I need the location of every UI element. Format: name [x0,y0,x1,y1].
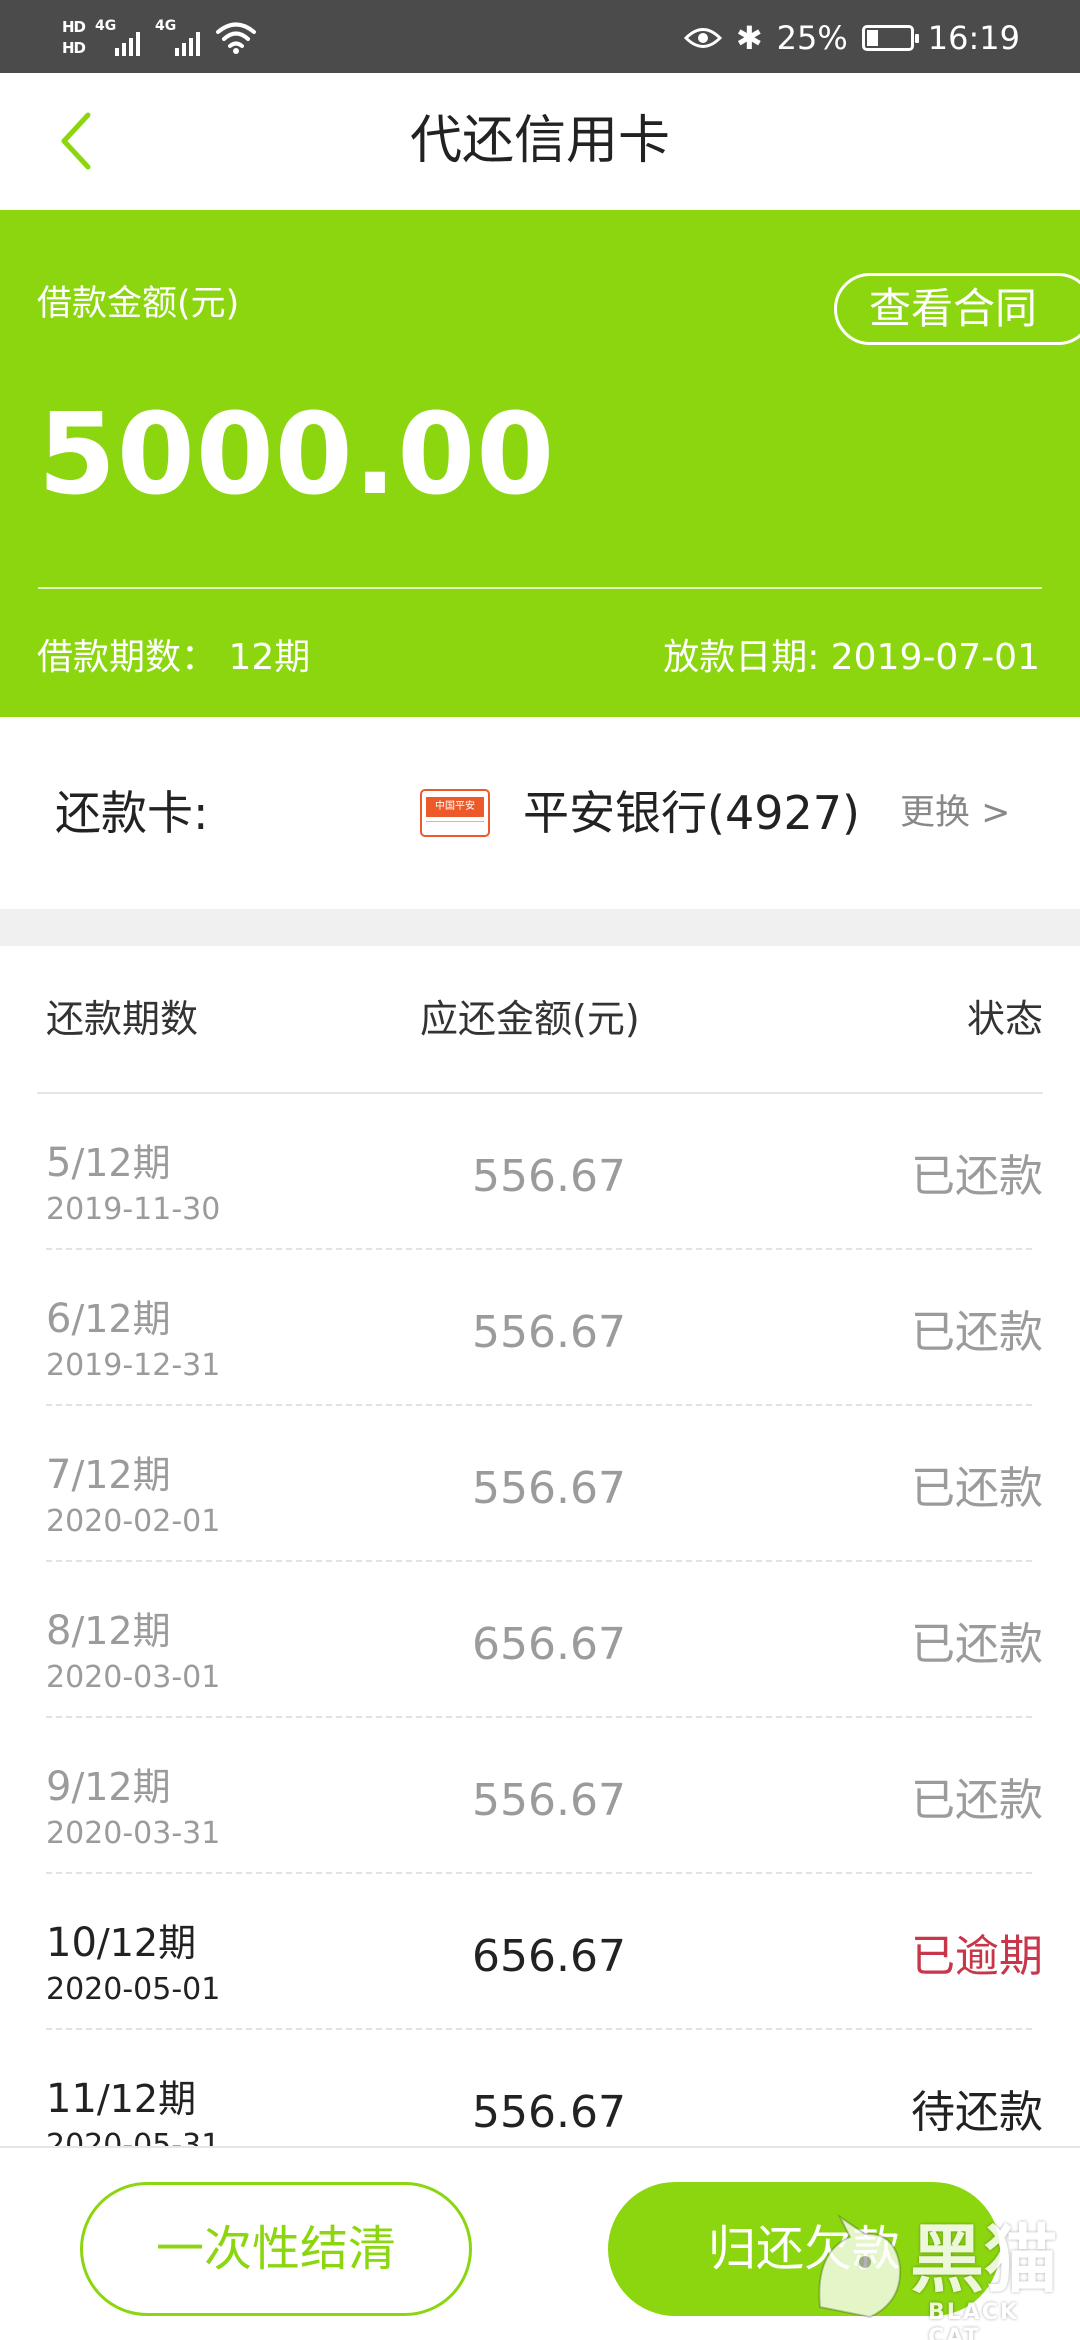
row-date: 2019-12-31 [46,1348,221,1383]
network-type-2: 4G [155,18,177,34]
page-title: 代还信用卡 [409,111,670,171]
row-status: 已还款 [911,1619,1043,1670]
repay-card-label: 还款卡: [55,786,209,840]
loan-summary-card: 借款金额(元) 查看合同 5000.00 借款期数： 12期 放款日期: 201… [0,210,1080,717]
divider [38,587,1042,589]
watermark: 黑猫 BLACK CAT [810,2200,1080,2340]
table-row: 7/12期 2020-02-01 556.67 已还款 [0,1406,1080,1562]
signal-icon: 4G [95,18,145,58]
battery-percent: 25% [776,19,848,57]
row-period: 9/12期 [46,1764,171,1810]
watermark-subtext: BLACK CAT [928,2300,1020,2340]
loan-amount: 5000.00 [38,390,556,520]
row-period: 7/12期 [46,1452,171,1498]
row-date: 2020-03-31 [46,1816,221,1851]
table-row: 8/12期 2020-03-01 656.67 已还款 [0,1562,1080,1718]
row-period: 5/12期 [46,1140,171,1186]
clock: 16:19 [927,19,1020,57]
row-amount: 656.67 [472,1619,626,1670]
bank-logo-text: 中国平安 [426,797,484,817]
hd-label-2: HD [62,39,86,57]
table-row: 10/12期 2020-05-01 656.67 已逾期 [0,1874,1080,2030]
row-date: 2020-05-31 [46,2128,221,2146]
row-date: 2019-11-30 [46,1192,221,1227]
settle-all-button[interactable]: 一次性结清 [80,2182,472,2316]
row-period: 11/12期 [46,2076,197,2122]
row-status: 已还款 [911,1151,1043,1202]
col-period-header: 还款期数 [46,997,199,1041]
section-gap [0,909,1080,946]
table-row: 11/12期 2020-05-31 556.67 待还款 [0,2030,1080,2146]
schedule-list: 5/12期 2019-11-30 556.67 已还款 6/12期 2019-1… [0,1094,1080,2146]
bank-name: 平安银行(4927) [523,786,860,840]
row-amount: 656.67 [472,1931,626,1982]
signal-icon-2: 4G [155,18,205,58]
col-status-header: 状态 [966,997,1043,1041]
schedule-header: 还款期数 应还金额(元) 状态 [0,946,1080,1092]
table-row: 9/12期 2020-03-31 556.67 已还款 [0,1718,1080,1874]
black-cat-logo-icon [818,2214,902,2319]
wifi-icon [216,22,257,54]
hd-icon: HD HD [62,17,86,59]
network-type-1: 4G [95,18,117,34]
row-date: 2020-05-01 [46,1972,221,2007]
table-row: 5/12期 2019-11-30 556.67 已还款 [0,1094,1080,1250]
row-date: 2020-02-01 [46,1504,221,1539]
row-period: 6/12期 [46,1296,171,1342]
row-date: 2020-03-01 [46,1660,221,1695]
row-amount: 556.67 [472,1775,626,1826]
row-period: 8/12期 [46,1608,171,1654]
row-status: 已还款 [911,1463,1043,1514]
row-status: 已逾期 [911,1931,1043,1982]
status-bar-left: HD HD 4G 4G [62,8,257,68]
row-status: 已还款 [911,1775,1043,1826]
row-period: 10/12期 [46,1920,197,1966]
row-amount: 556.67 [472,1463,626,1514]
battery-icon [861,25,919,51]
loan-term: 借款期数： 12期 [37,637,311,678]
nav-bar: 代还信用卡 [0,73,1080,210]
repay-card-row: 还款卡: 中国平安 平安银行(4927) 更换 > [0,717,1080,909]
col-amount-header: 应还金额(元) [420,997,640,1041]
table-row: 6/12期 2019-12-31 556.67 已还款 [0,1250,1080,1406]
loan-amount-label: 借款金额(元) [37,284,240,324]
status-bar-right: ✱ 25% 16:19 [683,8,1020,68]
row-amount: 556.67 [472,2087,626,2138]
bluetooth-icon: ✱ [735,19,763,57]
hd-label-1: HD [62,18,86,36]
watermark-text: 黑猫 [910,2217,1058,2303]
disburse-date: 放款日期: 2019-07-01 [663,637,1040,678]
ping-an-bank-logo: 中国平安 [420,789,490,837]
row-status: 已还款 [911,1307,1043,1358]
row-amount: 556.67 [472,1151,626,1202]
view-contract-button[interactable]: 查看合同 [834,273,1080,345]
change-card-button[interactable]: 更换 > [900,717,1010,909]
status-bar: HD HD 4G 4G ✱ 25% 16:19 [0,0,1080,73]
row-amount: 556.67 [472,1307,626,1358]
eye-comfort-icon [683,28,722,48]
row-status: 待还款 [911,2087,1043,2138]
